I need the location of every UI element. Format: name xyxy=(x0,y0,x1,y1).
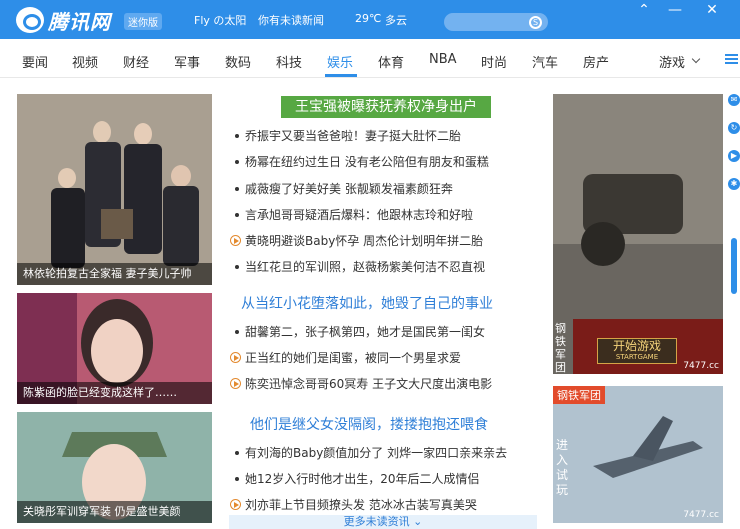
ad-image xyxy=(553,94,723,374)
brand-title[interactable]: 腾讯网 xyxy=(48,6,111,35)
ad-image xyxy=(553,386,723,523)
menu-icon[interactable] xyxy=(725,54,738,64)
category-nav: 要闻 视频 财经 军事 数码 科技 娱乐 体育 NBA 时尚 汽车 房产 xyxy=(0,39,740,78)
news-item-text: 当红花旦的军训照，赵薇杨紫美何洁不忍直视 xyxy=(245,260,486,274)
news-item[interactable]: 戚薇瘦了好美好美 张靓颖发福素颜狂奔 xyxy=(229,180,453,197)
nav-item-sports[interactable]: 体育 xyxy=(378,52,404,71)
news-image-family[interactable]: 林依轮拍复古全家福 妻子美儿子帅 xyxy=(17,94,212,285)
news-item[interactable]: 她12岁入行时他才出生，20年后二人成情侣 xyxy=(229,470,480,487)
news-item-text: 言承旭哥哥疑酒后爆料：他跟林志玲和好啦 xyxy=(245,208,474,222)
more-link-text: 更多未读资讯 xyxy=(343,515,410,528)
user-name[interactable]: Fly の太阳 xyxy=(194,12,246,28)
close-button[interactable]: ✕ xyxy=(704,2,720,18)
news-item-text: 黄晓明避谈Baby怀孕 周杰伦计划明年拼二胎 xyxy=(245,234,484,248)
bullet-icon xyxy=(235,477,239,481)
news-image-guanxiaotong[interactable]: 关晓彤军训穿军装 仍是盛世美颜 xyxy=(17,412,212,523)
news-item[interactable]: 黄晓明避谈Baby怀孕 周杰伦计划明年拼二胎 xyxy=(229,232,483,249)
unread-news-link[interactable]: 你有未读新闻 xyxy=(258,12,324,28)
image-caption: 林依轮拍复古全家福 妻子美儿子帅 xyxy=(17,263,212,285)
nav-more-dropdown[interactable]: 游戏 xyxy=(659,52,685,71)
news-item-text: 陈奕迅悼念哥哥60冥寿 王子文大尺度出演电影 xyxy=(245,377,493,391)
news-item-text: 正当红的她们是闺蜜，被同一个男星求爱 xyxy=(245,351,462,365)
news-item-text: 她12岁入行时他才出生，20年后二人成情侣 xyxy=(245,472,480,486)
nav-item-auto[interactable]: 汽车 xyxy=(532,52,558,71)
news-item[interactable]: 当红花旦的军训照，赵薇杨紫美何洁不忍直视 xyxy=(229,258,485,275)
active-tab-indicator xyxy=(325,74,357,77)
nav-item-fashion[interactable]: 时尚 xyxy=(481,52,507,71)
start-game-label: 开始游戏 xyxy=(612,339,661,353)
more-unread-news-link[interactable]: 更多未读资讯 ⌄ xyxy=(229,515,537,529)
refresh-icon[interactable]: ↻ xyxy=(728,122,740,134)
start-game-sub: STARTGAME xyxy=(615,353,659,361)
bullet-icon xyxy=(235,160,239,164)
headline-3[interactable]: 他们是继父女没隔阂，搂搂抱抱还喂食 xyxy=(250,414,488,434)
edition-badge: 迷你版 xyxy=(124,13,162,30)
news-item[interactable]: 陈奕迅悼念哥哥60冥寿 王子文大尺度出演电影 xyxy=(229,375,492,392)
scrollbar-thumb[interactable] xyxy=(731,238,737,294)
game-ad-2[interactable]: 钢铁军团 进入试玩 7477.cc xyxy=(553,386,723,523)
headline-2[interactable]: 从当红小花堕落如此，她毁了自己的事业 xyxy=(241,293,493,313)
news-item-text: 有刘海的Baby颜值加分了 刘烨一家四口亲来亲去 xyxy=(245,446,508,460)
qq-news-mini-window: 腾讯网 迷你版 Fly の太阳 你有未读新闻 29℃ 多云 S ⌃ — ✕ 要闻… xyxy=(0,0,740,529)
bullet-icon xyxy=(235,451,239,455)
news-item[interactable]: 有刘海的Baby颜值加分了 刘烨一家四口亲来亲去 xyxy=(229,444,507,461)
nav-item-tech[interactable]: 科技 xyxy=(276,52,302,71)
ad-side-text: 进入试玩 xyxy=(556,438,569,497)
bullet-icon xyxy=(235,134,239,138)
news-item-text: 乔振宇又要当爸爸啦！妻子挺大肚怀二胎 xyxy=(245,129,462,143)
news-item[interactable]: 乔振宇又要当爸爸啦！妻子挺大肚怀二胎 xyxy=(229,127,461,144)
nav-item-entertainment[interactable]: 娱乐 xyxy=(327,52,353,71)
bullet-icon xyxy=(235,265,239,269)
play-icon[interactable]: ▶ xyxy=(728,150,740,162)
news-item-text: 甜馨第二，张子枫第四，她才是国民第一闺女 xyxy=(245,325,486,339)
qq-logo-icon[interactable] xyxy=(16,7,44,33)
nav-item-finance[interactable]: 财经 xyxy=(123,52,149,71)
news-item[interactable]: 言承旭哥哥疑酒后爆料：他跟林志玲和好啦 xyxy=(229,206,473,223)
news-item[interactable]: 甜馨第二，张子枫第四，她才是国民第一闺女 xyxy=(229,323,485,340)
ad-site-label: 7477.cc xyxy=(683,510,719,520)
weather-desc: 多云 xyxy=(385,14,407,27)
nav-item-house[interactable]: 房产 xyxy=(583,52,609,71)
settings-icon[interactable]: ✱ xyxy=(728,178,740,190)
news-item[interactable]: 杨幂在纽约过生日 没有老公陪但有朋友和蛋糕 xyxy=(229,153,489,170)
video-play-icon xyxy=(230,352,241,363)
bullet-icon xyxy=(235,213,239,217)
family-photo xyxy=(17,94,212,285)
message-icon[interactable]: ✉ xyxy=(728,94,740,106)
start-game-button[interactable]: 开始游戏 STARTGAME xyxy=(597,338,677,364)
pin-icon[interactable]: ⌃ xyxy=(636,2,652,18)
news-image-chenzihan[interactable]: 陈紫函的脸已经变成这样了…… xyxy=(17,293,212,404)
ad-tag: 钢铁军团 xyxy=(553,386,605,404)
news-item-text: 杨幂在纽约过生日 没有老公陪但有朋友和蛋糕 xyxy=(245,155,489,169)
news-item-text: 刘亦菲上节目频撩头发 范冰冰古装写真美哭 xyxy=(245,498,477,512)
image-caption: 陈紫函的脸已经变成这样了…… xyxy=(17,382,212,404)
news-item-text: 戚薇瘦了好美好美 张靓颖发福素颜狂奔 xyxy=(245,182,453,196)
top-bar: 腾讯网 迷你版 Fly の太阳 你有未读新闻 29℃ 多云 S ⌃ — ✕ xyxy=(0,0,740,39)
news-item[interactable]: 正当红的她们是闺蜜，被同一个男星求爱 xyxy=(229,349,461,366)
nav-item-video[interactable]: 视频 xyxy=(72,52,98,71)
nav-item-military[interactable]: 军事 xyxy=(174,52,200,71)
news-item[interactable]: 刘亦菲上节目频撩头发 范冰冰古装写真美哭 xyxy=(229,496,477,513)
minimize-button[interactable]: — xyxy=(667,2,683,18)
weather-temp: 29℃ xyxy=(355,12,382,25)
nav-item-nba[interactable]: NBA xyxy=(429,52,457,67)
video-play-icon xyxy=(230,378,241,389)
bullet-icon xyxy=(235,187,239,191)
video-play-icon xyxy=(230,235,241,246)
bullet-icon xyxy=(235,330,239,334)
ad-side-text: 钢铁军团 xyxy=(555,322,566,374)
game-ad-1[interactable]: 钢铁军团 开始游戏 STARTGAME 7477.cc xyxy=(553,94,723,374)
ad-site-label: 7477.cc xyxy=(683,361,719,371)
headline-1[interactable]: 王宝强被曝获抚养权净身出户 xyxy=(281,96,491,118)
video-play-icon xyxy=(230,499,241,510)
image-caption: 关晓彤军训穿军装 仍是盛世美颜 xyxy=(17,501,212,523)
nav-item-yaowen[interactable]: 要闻 xyxy=(22,52,48,71)
search-icon[interactable]: S xyxy=(529,16,542,29)
nav-item-digital[interactable]: 数码 xyxy=(225,52,251,71)
